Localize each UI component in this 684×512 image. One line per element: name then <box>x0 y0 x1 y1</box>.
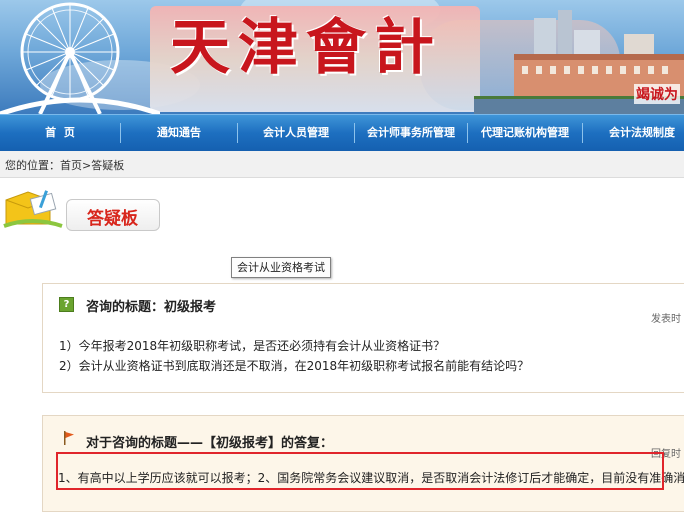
question-line: 2）会计从业资格证书到底取消还是不取消，在2018年初级职称考试报名前能有结论吗… <box>59 359 530 373</box>
question-mark-icon: ? <box>59 297 74 312</box>
section-title: 答疑板 <box>87 209 138 229</box>
section-title-tab: 答疑板 <box>66 199 160 231</box>
flag-icon <box>64 431 74 445</box>
nav-item-firm-management[interactable]: 会计师事务所管理 <box>355 115 467 151</box>
nav-item-home[interactable]: 首 页 <box>0 115 120 151</box>
question-line: 1）今年报考2018年初级职称考试，是否还必须持有会计从业资格证书？ <box>59 339 446 353</box>
nav-item-agency-management[interactable]: 代理记账机构管理 <box>468 115 582 151</box>
question-time-label: 发表时 <box>651 314 681 325</box>
question-title: 咨询的标题：初级报考 <box>86 300 217 315</box>
question-box: ? 咨询的标题：初级报考 发表时 1）今年报考2018年初级职称考试，是否还必须… <box>42 283 684 393</box>
ferris-wheel-icon <box>0 2 160 114</box>
nav-item-regulations[interactable]: 会计法规制度 <box>583 115 684 151</box>
nav-item-accountant-management[interactable]: 会计人员管理 <box>238 115 354 151</box>
header-banner: 天津會計 竭诚为 <box>0 0 684 114</box>
nav-item-notices[interactable]: 通知通告 <box>121 115 237 151</box>
tooltip: 会计从业资格考试 <box>231 257 331 278</box>
highlight-box <box>56 452 664 490</box>
main-nav: 首 页 通知通告 会计人员管理 会计师事务所管理 代理记账机构管理 会计法规制度 <box>0 114 684 152</box>
mailbox-folder-icon <box>3 190 63 228</box>
breadcrumb-text[interactable]: 您的位置：首页>答疑板 <box>5 157 124 173</box>
answer-title: 对于咨询的标题——【初级报考】的答复： <box>86 436 334 451</box>
banner-slogan: 竭诚为 <box>634 84 680 104</box>
site-logo[interactable]: 天津會計 <box>170 18 442 78</box>
breadcrumb: 您的位置：首页>答疑板 <box>0 151 684 178</box>
